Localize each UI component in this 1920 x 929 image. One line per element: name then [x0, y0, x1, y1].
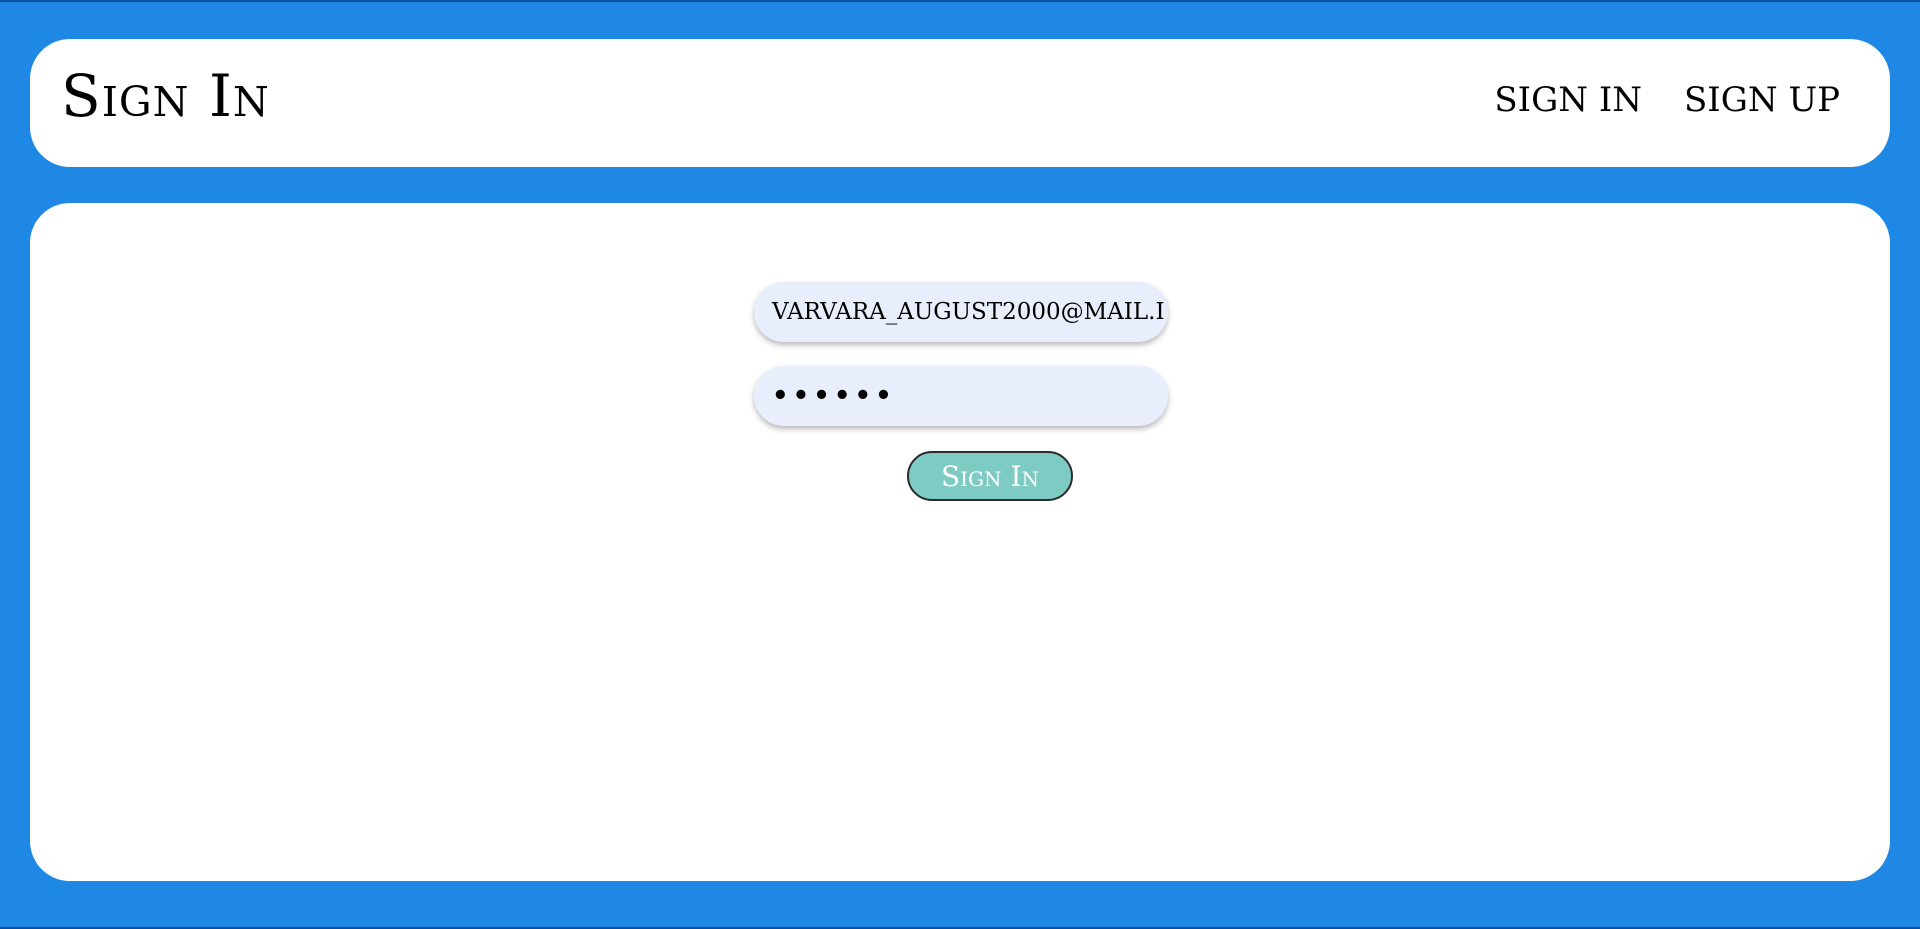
sign-in-button[interactable]: Sign In: [907, 451, 1073, 501]
password-field[interactable]: ••••••: [754, 366, 1168, 426]
email-field[interactable]: VARVARA_AUGUST2000@MAIL.I: [754, 282, 1168, 342]
header-bar: Sign In SIGN IN SIGN UP: [30, 39, 1890, 167]
top-nav: SIGN IN SIGN UP: [1494, 83, 1840, 117]
page-title: Sign In: [61, 62, 270, 130]
nav-sign-up-link[interactable]: SIGN UP: [1684, 83, 1840, 117]
sign-in-form: VARVARA_AUGUST2000@MAIL.I •••••• Sign In: [754, 282, 1168, 501]
main-panel: VARVARA_AUGUST2000@MAIL.I •••••• Sign In: [30, 203, 1890, 881]
nav-sign-in-link[interactable]: SIGN IN: [1494, 83, 1642, 117]
